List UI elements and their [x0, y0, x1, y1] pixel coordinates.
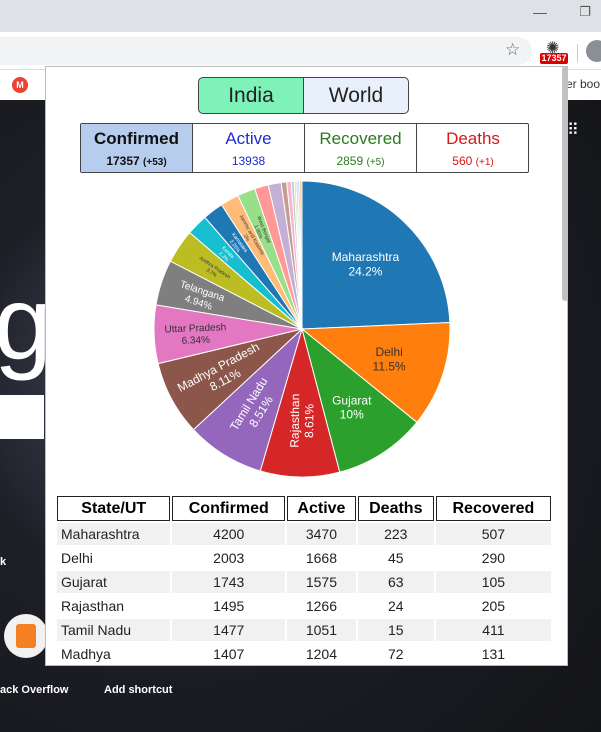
cell-deaths: 72 — [357, 643, 434, 665]
stat-recovered-value: 2859 (+5) — [336, 154, 385, 168]
pie-percent: 24.2% — [348, 264, 382, 278]
stat-confirmed-value: 17357 (+53) — [106, 154, 167, 168]
cell-deaths: 24 — [357, 595, 434, 617]
address-bar[interactable] — [0, 37, 532, 65]
stat-active-value: 13938 — [231, 154, 266, 168]
stat-deaths-value: 560 (+1) — [452, 154, 494, 168]
stat-recovered-delta: (+5) — [366, 157, 385, 168]
gmail-icon[interactable]: M — [12, 77, 28, 93]
shortcut-stackoverflow-label[interactable]: ack Overflow — [0, 684, 68, 696]
extension-button[interactable]: ✺ 17357 — [539, 38, 569, 66]
cell-active: 1051 — [287, 619, 356, 641]
pie-label: Uttar Pradesh — [164, 322, 226, 335]
cell-confirmed: 1477 — [172, 619, 286, 641]
search-box-fragment[interactable] — [0, 395, 44, 439]
cell-confirmed: 2003 — [172, 547, 286, 569]
stat-active-label: Active — [225, 129, 272, 148]
header-confirmed[interactable]: Confirmed — [172, 496, 286, 521]
cell-state: Tamil Nadu — [57, 619, 171, 641]
bookmark-star-icon[interactable]: ☆ — [505, 40, 520, 60]
cell-active: 1204 — [287, 643, 356, 665]
apps-grid-icon[interactable]: ⠿ — [567, 120, 580, 140]
stat-active[interactable]: Active 13938 — [193, 124, 305, 172]
pie-percent: 10% — [340, 408, 364, 422]
maximize-icon[interactable]: ❐ — [575, 4, 595, 22]
stat-deaths-label: Deaths — [446, 129, 500, 148]
pie-percent: 8.61% — [302, 403, 316, 438]
browser-titlebar — [0, 0, 601, 32]
table-row: Gujarat 1743 1575 63 105 — [57, 571, 551, 593]
stat-recovered-label: Recovered — [319, 129, 402, 148]
state-table: State/UT Confirmed Active Deaths Recover… — [55, 494, 553, 665]
extension-badge: 17357 — [540, 53, 568, 64]
cell-recovered: 131 — [435, 643, 551, 665]
world-toggle-button[interactable]: World — [303, 77, 409, 114]
cell-deaths: 15 — [357, 619, 434, 641]
cell-active: 1266 — [287, 595, 356, 617]
extension-popup: India World Confirmed 17357 (+53) Active… — [45, 66, 568, 666]
pie-percent: 11.5% — [373, 359, 406, 373]
cell-confirmed: 1495 — [172, 595, 286, 617]
cell-confirmed: 1743 — [172, 571, 286, 593]
pie-label: Gujarat — [332, 393, 372, 407]
stackoverflow-icon — [16, 624, 36, 648]
cell-deaths: 223 — [357, 523, 434, 545]
summary-stats: Confirmed 17357 (+53) Active 13938 Recov… — [80, 123, 529, 173]
cell-recovered: 411 — [435, 619, 551, 641]
cell-recovered: 507 — [435, 523, 551, 545]
other-bookmarks-link[interactable]: er boo — [566, 77, 600, 91]
header-state[interactable]: State/UT — [57, 496, 171, 521]
pie-label: Maharashtra — [332, 250, 400, 264]
toolbar-divider — [577, 44, 578, 62]
header-deaths[interactable]: Deaths — [357, 496, 434, 521]
cell-state: Rajasthan — [57, 595, 171, 617]
stat-deaths[interactable]: Deaths 560 (+1) — [417, 124, 529, 172]
stat-deaths-delta: (+1) — [475, 157, 494, 168]
pie-label: Delhi — [375, 345, 402, 359]
pie-percent: 6.34% — [181, 335, 210, 347]
table-row: Rajasthan 1495 1266 24 205 — [57, 595, 551, 617]
cell-state: Madhya — [57, 643, 171, 665]
popup-scrollbar[interactable] — [562, 66, 568, 301]
minimize-icon[interactable]: — — [530, 4, 550, 22]
pie-label: Rajasthan — [288, 394, 303, 448]
cell-active: 1668 — [287, 547, 356, 569]
stat-confirmed-delta: (+53) — [143, 157, 167, 168]
stat-confirmed-label: Confirmed — [94, 129, 179, 148]
table-row: Maharashtra 4200 3470 223 507 — [57, 523, 551, 545]
stat-confirmed[interactable]: Confirmed 17357 (+53) — [81, 124, 193, 172]
table-row: Delhi 2003 1668 45 290 — [57, 547, 551, 569]
cell-confirmed: 4200 — [172, 523, 286, 545]
shortcut-label-fragment[interactable]: k — [0, 556, 6, 568]
table-row: Madhya 1407 1204 72 131 — [57, 643, 551, 665]
cell-state: Maharashtra — [57, 523, 171, 545]
india-toggle-button[interactable]: India — [198, 77, 304, 114]
cell-deaths: 63 — [357, 571, 434, 593]
cell-recovered: 205 — [435, 595, 551, 617]
cell-confirmed: 1407 — [172, 643, 286, 665]
header-active[interactable]: Active — [287, 496, 356, 521]
cell-active: 3470 — [287, 523, 356, 545]
add-shortcut-label[interactable]: Add shortcut — [104, 684, 172, 696]
cell-state: Gujarat — [57, 571, 171, 593]
table-header-row: State/UT Confirmed Active Deaths Recover… — [57, 496, 551, 521]
cell-active: 1575 — [287, 571, 356, 593]
cell-deaths: 45 — [357, 547, 434, 569]
table-row: Tamil Nadu 1477 1051 15 411 — [57, 619, 551, 641]
cell-recovered: 290 — [435, 547, 551, 569]
header-recovered[interactable]: Recovered — [435, 496, 551, 521]
state-pie-chart: Maharashtra24.2% Delhi11.5% Gujarat10% Raja… — [153, 180, 451, 478]
cell-state: Delhi — [57, 547, 171, 569]
cell-recovered: 105 — [435, 571, 551, 593]
profile-avatar[interactable] — [586, 40, 601, 62]
stat-recovered[interactable]: Recovered 2859 (+5) — [305, 124, 417, 172]
